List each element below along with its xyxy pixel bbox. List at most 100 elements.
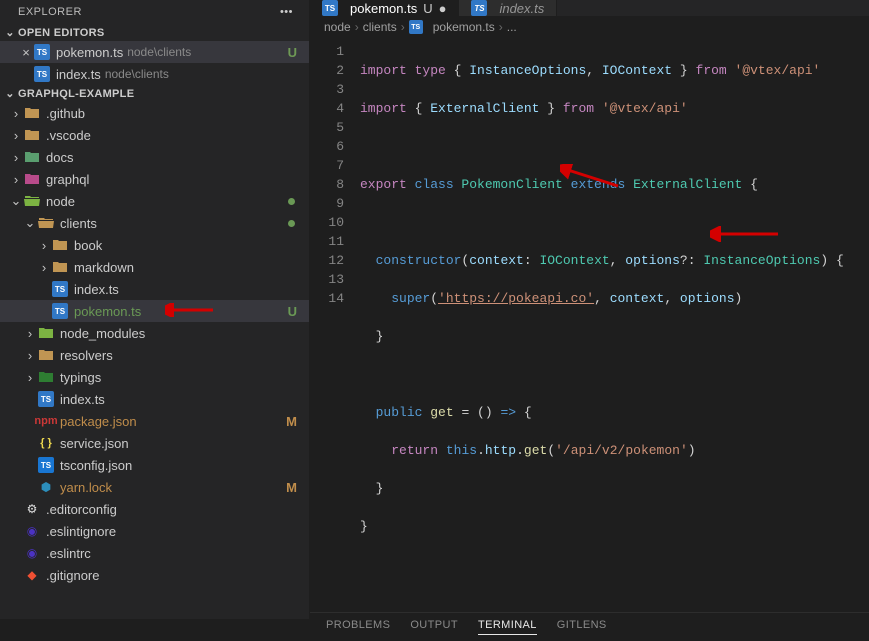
eslint-icon: ◉ (24, 523, 40, 539)
folder-icon (24, 127, 40, 143)
yarn-icon: ⬢ (38, 479, 54, 495)
explorer-sidebar: EXPLORER ••• ⌄ OPEN EDITORS × TS pokemon… (0, 0, 310, 619)
chevron-right-icon: › (499, 20, 503, 34)
tree-item-label: docs (46, 150, 73, 165)
code-content[interactable]: import type { InstanceOptions, IOContext… (360, 38, 844, 612)
editorconfig-icon: ⚙ (24, 501, 40, 517)
tree-file[interactable]: npmpackage.jsonM (0, 410, 309, 432)
folder-icon (38, 369, 54, 385)
open-editors-header[interactable]: ⌄ OPEN EDITORS (0, 24, 309, 41)
tree-folder[interactable]: ›resolvers (0, 344, 309, 366)
tree-folder[interactable]: ›markdown (0, 256, 309, 278)
line-number: 3 (310, 80, 344, 99)
tree-file[interactable]: TStsconfig.json (0, 454, 309, 476)
open-editor-item[interactable]: × TS pokemon.ts node\clients U (0, 41, 309, 63)
git-status-badge: U (288, 45, 297, 60)
typescript-icon: TS (52, 303, 68, 319)
json-icon: { } (38, 435, 54, 451)
chevron-right-icon: › (8, 150, 24, 165)
chevron-right-icon: › (36, 238, 52, 253)
line-number: 12 (310, 251, 344, 270)
tree-folder[interactable]: › typings (0, 366, 309, 388)
panel-tab-output[interactable]: OUTPUT (410, 619, 458, 635)
chevron-down-icon: ⌄ (22, 215, 38, 231)
tab-pokemon[interactable]: TS pokemon.ts U ● (310, 0, 459, 16)
tree-item-label: package.json (60, 414, 137, 429)
folder-open-icon (38, 215, 54, 231)
tree-folder[interactable]: ›.vscode (0, 124, 309, 146)
tsconfig-icon: TS (38, 457, 54, 473)
tree-file[interactable]: ◉ .eslintignore (0, 520, 309, 542)
close-icon[interactable]: × (18, 45, 34, 60)
tree-folder[interactable]: › node_modules (0, 322, 309, 344)
explorer-header: EXPLORER ••• (0, 0, 309, 24)
tree-file[interactable]: TSindex.ts (0, 388, 309, 410)
tree-folder[interactable]: ⌄ clients (0, 212, 309, 234)
chevron-right-icon: › (22, 326, 38, 341)
tree-file[interactable]: TS pokemon.ts U (0, 300, 309, 322)
tree-file[interactable]: TSindex.ts (0, 278, 309, 300)
file-path: node\clients (127, 45, 191, 59)
panel-tab-gitlens[interactable]: GITLENS (557, 619, 607, 635)
code-editor[interactable]: 1234567891011121314 import type { Instan… (310, 38, 869, 612)
open-editor-item[interactable]: × TS index.ts node\clients (0, 63, 309, 85)
editor-region: TS pokemon.ts U ● TS index.ts node › cli… (310, 0, 869, 619)
project-header[interactable]: ⌄ GRAPHQL-EXAMPLE (0, 85, 309, 102)
tree-item-label: node (46, 194, 75, 209)
tree-folder[interactable]: › docs (0, 146, 309, 168)
tree-file[interactable]: ⚙.editorconfig (0, 498, 309, 520)
tree-item-label: .vscode (46, 128, 91, 143)
file-tree: ›.github›.vscode›docs›graphql⌄node⌄clien… (0, 102, 309, 619)
git-change-dot (288, 198, 295, 205)
tree-folder[interactable]: ›book (0, 234, 309, 256)
breadcrumb-seg[interactable]: node (324, 20, 351, 34)
tree-folder[interactable]: ›.github (0, 102, 309, 124)
tab-index[interactable]: TS index.ts (459, 0, 557, 16)
line-gutter: 1234567891011121314 (310, 38, 360, 612)
tree-item-label: node_modules (60, 326, 145, 341)
tree-item-label: typings (60, 370, 101, 385)
tree-file[interactable]: ⬢yarn.lockM (0, 476, 309, 498)
tree-item-label: pokemon.ts (74, 304, 141, 319)
tree-folder[interactable]: ⌄node (0, 190, 309, 212)
open-editors-title: OPEN EDITORS (18, 27, 105, 39)
line-number: 2 (310, 61, 344, 80)
annotation-arrow-icon (165, 303, 215, 320)
tree-file[interactable]: { }service.json (0, 432, 309, 454)
editor-tabs: TS pokemon.ts U ● TS index.ts (310, 0, 869, 16)
tree-item-label: clients (60, 216, 97, 231)
tree-folder[interactable]: ›graphql (0, 168, 309, 190)
tree-item-label: .eslintignore (46, 524, 116, 539)
tree-file[interactable]: ◉.eslintrc (0, 542, 309, 564)
tree-file[interactable]: ◆ .gitignore (0, 564, 309, 586)
tree-item-label: index.ts (74, 282, 119, 297)
line-number: 14 (310, 289, 344, 308)
file-path: node\clients (105, 67, 169, 81)
line-number: 10 (310, 213, 344, 232)
line-number: 5 (310, 118, 344, 137)
more-actions-icon[interactable]: ••• (276, 6, 297, 18)
breadcrumb-seg[interactable]: pokemon.ts (433, 20, 495, 34)
open-editors-list: × TS pokemon.ts node\clients U × TS inde… (0, 41, 309, 85)
tree-item-label: markdown (74, 260, 134, 275)
tree-item-label: yarn.lock (60, 480, 112, 495)
git-icon: ◆ (24, 567, 40, 583)
folder-icon (24, 105, 40, 121)
panel-tab-problems[interactable]: PROBLEMS (326, 619, 390, 635)
project-title: GRAPHQL-EXAMPLE (18, 88, 134, 100)
tree-item-label: .gitignore (46, 568, 99, 583)
chevron-right-icon: › (22, 370, 38, 385)
chevron-right-icon: › (8, 106, 24, 121)
tree-item-label: resolvers (60, 348, 113, 363)
breadcrumb[interactable]: node › clients › TS pokemon.ts › ... (310, 16, 869, 38)
git-status-badge: U (288, 304, 297, 319)
folder-icon (24, 149, 40, 165)
breadcrumb-seg[interactable]: ... (507, 20, 517, 34)
typescript-icon: TS (409, 20, 423, 34)
tab-label: pokemon.ts (350, 1, 417, 16)
panel-tab-terminal[interactable]: TERMINAL (478, 619, 537, 635)
folder-icon (24, 193, 40, 209)
line-number: 9 (310, 194, 344, 213)
breadcrumb-seg[interactable]: clients (363, 20, 397, 34)
chevron-down-icon: ⌄ (2, 26, 18, 39)
